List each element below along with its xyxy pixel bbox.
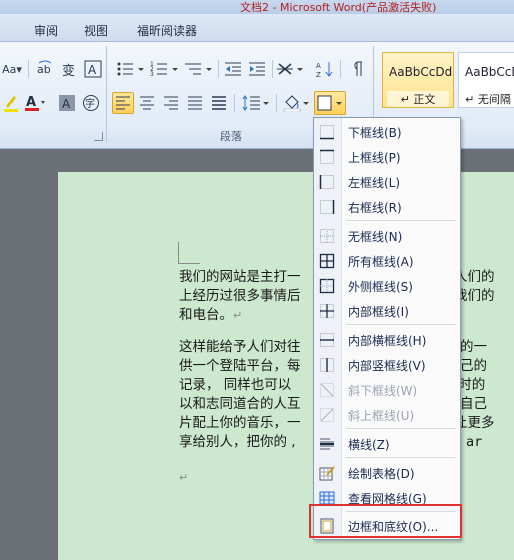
char-border-button[interactable]: A <box>82 58 104 80</box>
svg-text:Z: Z <box>316 71 321 78</box>
enclosed-char-icon[interactable]: 变 <box>58 58 80 80</box>
align-left-button[interactable] <box>112 92 134 114</box>
window-title: 文档2 - Microsoft Word(产品激活失败) <box>240 1 437 14</box>
menu-item-left-border[interactable]: 左框线(L) <box>314 170 460 194</box>
menu-item-inside-horizontal[interactable]: 内部横框线(H) <box>314 328 460 352</box>
char-shading-button[interactable]: A <box>56 92 78 114</box>
chinese-layout-icon[interactable] <box>276 58 306 80</box>
svg-text:A: A <box>62 97 71 111</box>
inside-borders-icon <box>320 304 334 318</box>
outside-borders-icon <box>319 278 335 294</box>
inside-vertical-border-icon <box>320 358 334 372</box>
distributed-icon[interactable] <box>208 92 230 114</box>
no-border-icon <box>320 229 334 243</box>
margin-corner-mark <box>178 242 200 264</box>
menu-item-no-border[interactable]: 无框线(N) <box>314 224 460 248</box>
diagonal-down-border-icon <box>320 383 334 397</box>
left-border-icon <box>319 175 334 189</box>
right-border-icon <box>320 200 335 214</box>
decrease-indent-icon[interactable] <box>222 58 244 80</box>
increase-indent-icon[interactable] <box>246 58 268 80</box>
title-bar: 文档2 - Microsoft Word(产品激活失败) <box>0 0 514 14</box>
enclose-characters-icon[interactable]: 字 <box>80 92 102 114</box>
svg-text:A: A <box>316 62 321 70</box>
paragraph-group-label: 段落 <box>220 130 242 143</box>
draw-table-icon <box>319 466 335 481</box>
menu-item-top-border[interactable]: 上框线(P) <box>314 145 460 169</box>
font-size-button[interactable]: Aa▾ <box>0 58 24 80</box>
tab-foxit-reader[interactable]: 福昕阅读器 <box>137 22 197 39</box>
diagonal-up-border-icon <box>320 408 334 422</box>
svg-text:ab: ab <box>37 63 51 76</box>
tab-review[interactable]: 审阅 <box>34 22 58 39</box>
borders-button[interactable] <box>314 91 346 115</box>
menu-item-inside-vertical[interactable]: 内部竖框线(V) <box>314 353 460 377</box>
top-border-icon <box>320 149 334 164</box>
show-marks-icon[interactable] <box>346 58 368 80</box>
bottom-border-icon <box>320 125 334 140</box>
menu-item-diagonal-down: 斜下框线(W) <box>314 378 460 402</box>
highlight-icon[interactable] <box>0 92 22 114</box>
font-color-icon[interactable]: A <box>24 92 46 114</box>
tab-view[interactable]: 视图 <box>84 22 108 39</box>
svg-text:A: A <box>26 95 36 110</box>
menu-item-outside-borders[interactable]: 外侧框线(S) <box>314 274 460 298</box>
svg-text:A: A <box>88 63 97 77</box>
menu-item-diagonal-up: 斜上框线(U) <box>314 403 460 427</box>
menu-item-bottom-border[interactable]: 下框线(B) <box>314 120 460 144</box>
style-normal[interactable]: AaBbCcDd ↵ 正文 <box>382 52 454 108</box>
inside-horizontal-border-icon <box>320 333 334 347</box>
shading-icon[interactable] <box>282 92 312 114</box>
multilevel-list-icon[interactable] <box>182 58 216 80</box>
align-right-icon[interactable] <box>160 92 182 114</box>
line-spacing-icon[interactable] <box>240 92 272 114</box>
numbering-icon[interactable]: 123 <box>148 58 182 80</box>
ribbon-tabs: 审阅 视图 福昕阅读器 <box>0 14 514 42</box>
justify-icon[interactable] <box>184 92 206 114</box>
svg-text:变: 变 <box>62 63 75 78</box>
svg-text:3: 3 <box>150 71 154 78</box>
menu-item-right-border[interactable]: 右框线(R) <box>314 195 460 219</box>
borders-dropdown-menu: 下框线(B) 上框线(P) 左框线(L) 右框线(R) 无框线(N) 所有框线(… <box>313 117 461 540</box>
bullets-icon[interactable] <box>114 58 148 80</box>
sort-icon[interactable]: AZ <box>314 58 336 80</box>
horizontal-line-icon <box>320 438 334 450</box>
all-borders-icon <box>319 253 335 269</box>
menu-item-draw-table[interactable]: 绘制表格(D) <box>314 461 460 485</box>
menu-item-horizontal-line[interactable]: 横线(Z) <box>314 432 460 456</box>
svg-text:字: 字 <box>85 97 95 110</box>
align-center-icon[interactable] <box>136 92 158 114</box>
font-dialog-launcher[interactable] <box>94 132 103 141</box>
style-no-spacing[interactable]: AaBbCcDc ↵ 无间隔 <box>458 52 514 108</box>
highlight-annotation <box>309 504 462 538</box>
phonetic-guide-icon[interactable]: ab <box>34 58 56 80</box>
menu-item-all-borders[interactable]: 所有框线(A) <box>314 249 460 273</box>
menu-item-inside-borders[interactable]: 内部框线(I) <box>314 299 460 323</box>
